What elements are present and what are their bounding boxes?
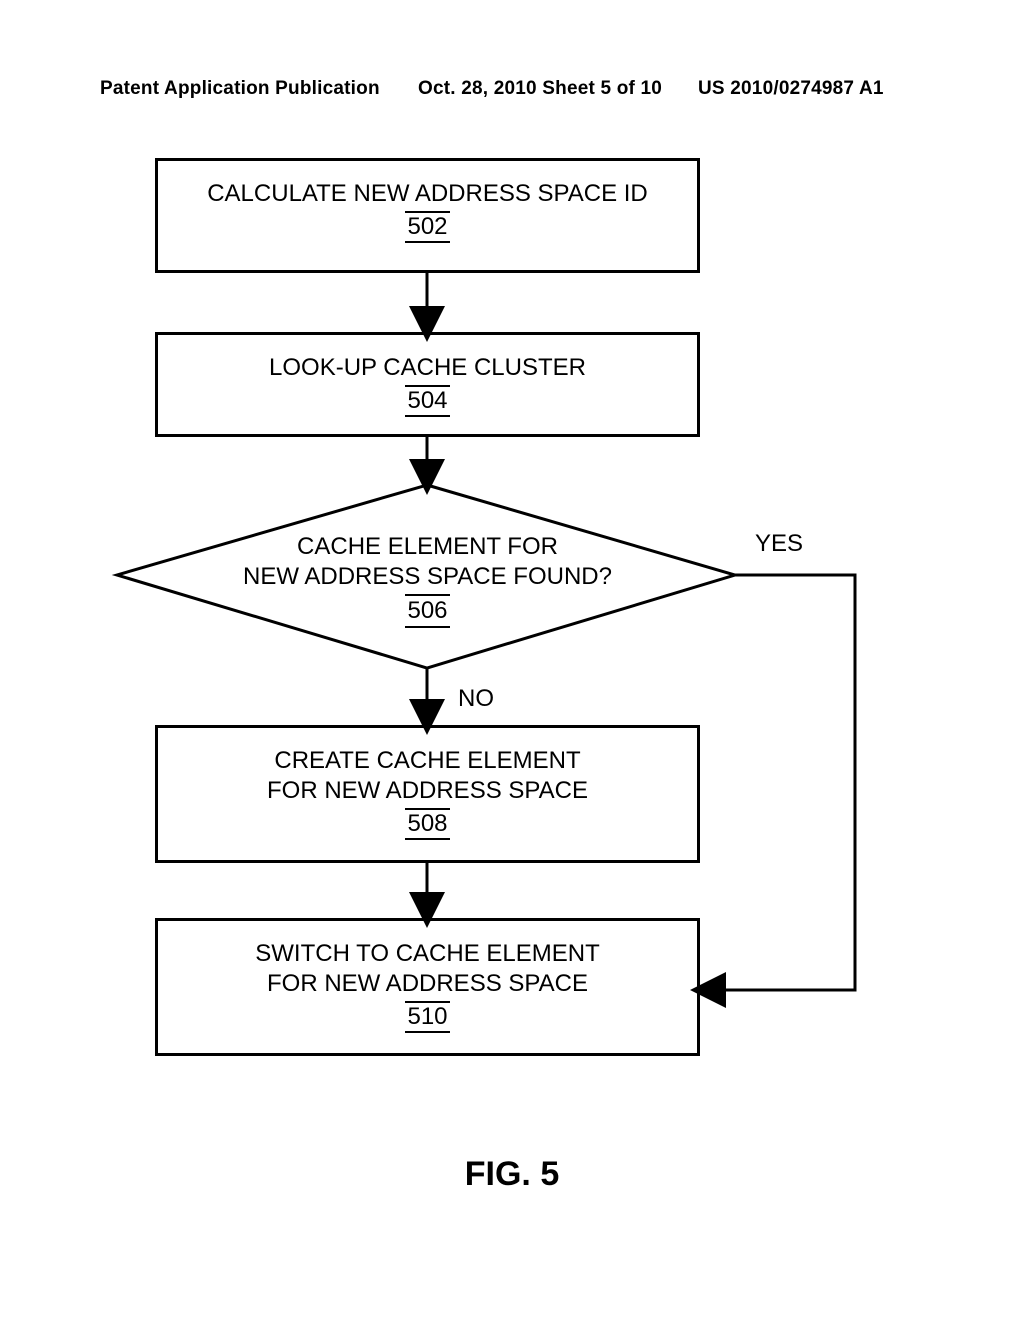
connectors-svg xyxy=(0,0,1024,1320)
diamond-506-text: CACHE ELEMENT FOR NEW ADDRESS SPACE FOUN… xyxy=(155,532,700,628)
figure-label: FIG. 5 xyxy=(0,1155,1024,1194)
diamond-506-line1: CACHE ELEMENT FOR xyxy=(297,533,558,560)
diamond-506-ref: 506 xyxy=(405,594,449,628)
diamond-506-line2: NEW ADDRESS SPACE FOUND? xyxy=(243,563,612,590)
